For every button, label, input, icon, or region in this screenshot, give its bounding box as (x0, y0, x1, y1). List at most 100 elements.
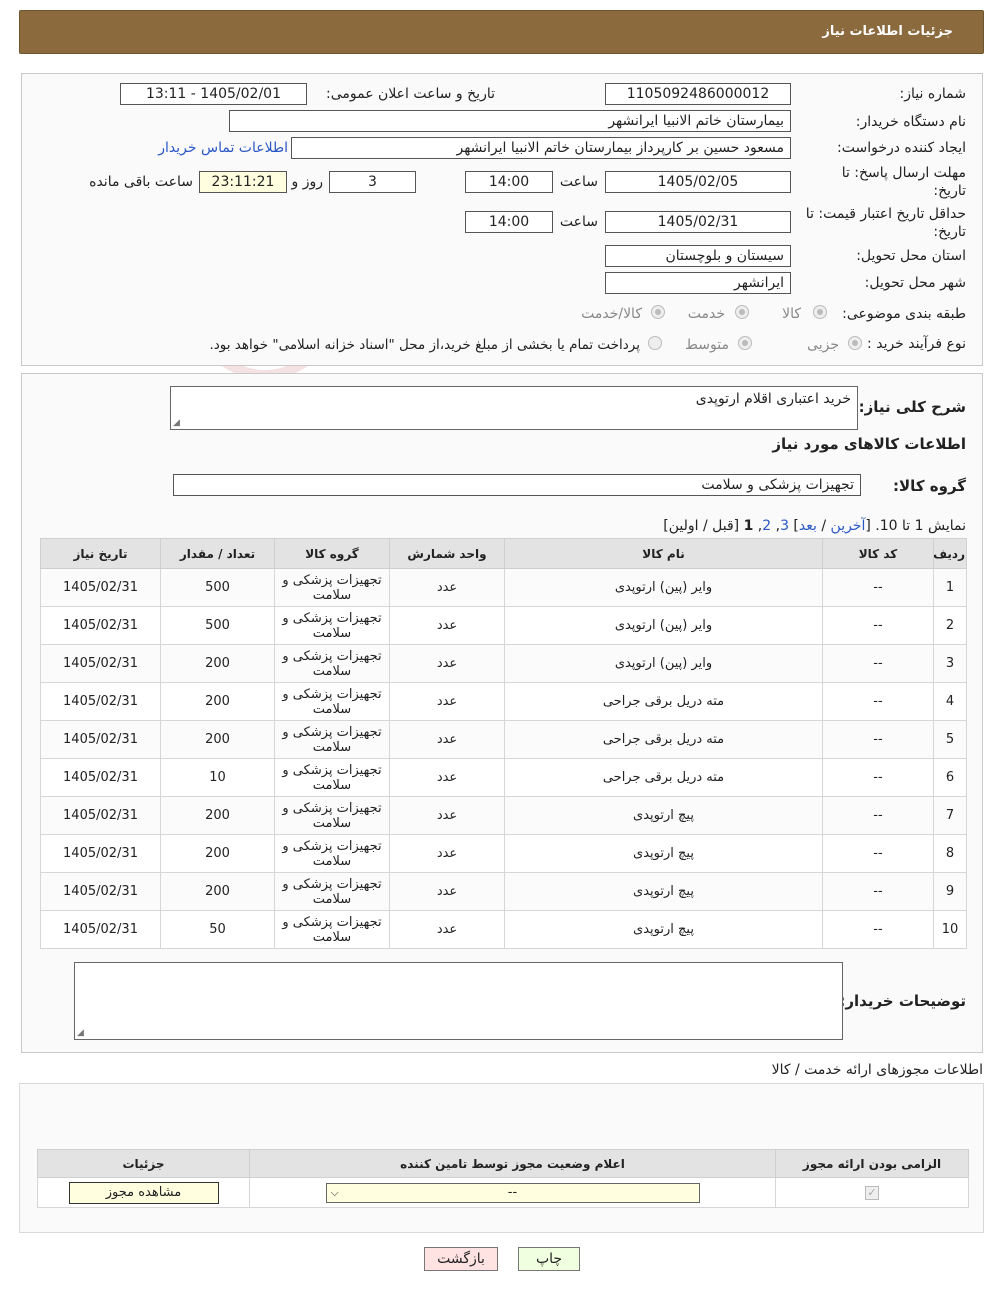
page-title: جزئیات اطلاعات نیاز (822, 24, 953, 39)
creator-field: مسعود حسین بر کارپرداز بیمارستان خاتم ال… (291, 137, 791, 159)
validity-time-label: ساعت (559, 214, 598, 230)
col-item-name: نام کالا (504, 538, 823, 569)
pager-page-2[interactable]: 2 (762, 518, 771, 534)
cell-item-name: وایر (پین) ارتوپدی (504, 606, 823, 645)
cell-need-date: 1405/02/31 (40, 834, 161, 873)
process-radio-partial[interactable] (848, 336, 862, 350)
cell-need-date: 1405/02/31 (40, 910, 161, 949)
category-radio-goods-service[interactable] (651, 305, 665, 319)
cell-permit-details: مشاهده مجوز (37, 1177, 250, 1208)
cell-quantity: 50 (160, 910, 275, 949)
cell-row-number: 2 (933, 606, 967, 645)
col-unit: واحد شمارش (389, 538, 505, 569)
buyer-notes-label: توضیحات خریدار: (839, 992, 966, 1010)
buyer-contact-link[interactable]: اطلاعات تماس خریدار (158, 140, 288, 156)
validity-date-field: 1405/02/31 (605, 211, 791, 233)
cell-unit: عدد (389, 834, 505, 873)
process-radio-medium[interactable] (738, 336, 752, 350)
buyer-notes-textarea[interactable]: ◢ (74, 962, 843, 1040)
cell-item-name: وایر (پین) ارتوپدی (504, 568, 823, 607)
chevron-down-icon: ⌵ (330, 1185, 339, 1199)
cell-group: تجهیزات پزشکی و سلامت (274, 758, 390, 797)
table-row: 6 -- مته دریل برقی جراحی عدد تجهیزات پزشکی و… (40, 758, 967, 797)
province-label: استان محل تحویل: (856, 248, 966, 264)
cell-quantity: 500 (160, 606, 275, 645)
treasury-checkbox[interactable] (648, 336, 662, 350)
cell-row-number: 3 (933, 644, 967, 683)
summary-textarea[interactable]: خرید اعتباری اقلام ارتوپدی ◢ (170, 386, 858, 430)
pager-page-1: 1 (743, 518, 754, 534)
permits-title: اطلاعات مجوزهای ارائه خدمت / کالا (771, 1062, 983, 1078)
cell-row-number: 6 (933, 758, 967, 797)
cell-item-code: -- (822, 568, 934, 607)
col-permit-status: اعلام وضعیت مجوز توسط تامین کننده (249, 1149, 776, 1178)
col-quantity: تعداد / مقدار (160, 538, 275, 569)
permit-status-value: -- (507, 1184, 518, 1200)
view-permit-button[interactable]: مشاهده مجوز (68, 1181, 219, 1204)
pager-sep: / (816, 518, 831, 534)
cell-permit-status: -- ⌵ (249, 1177, 776, 1208)
pager-last-link[interactable]: آخرین (831, 518, 866, 534)
creator-label: ایجاد کننده درخواست: (837, 140, 966, 156)
category-radio-goods[interactable] (813, 305, 827, 319)
cell-unit: عدد (389, 758, 505, 797)
back-button[interactable]: بازگشت (424, 1247, 498, 1271)
permits-table: الزامی بودن ارائه مجوز اعلام وضعیت مجوز … (37, 1149, 969, 1208)
cell-need-date: 1405/02/31 (40, 720, 161, 759)
need-details-panel: شرح کلی نیاز: خرید اعتباری اقلام ارتوپدی… (21, 373, 983, 1053)
table-row: 7 -- پیچ ارتوپدی عدد تجهیزات پزشکی و سلامت 20… (40, 796, 967, 835)
cell-unit: عدد (389, 720, 505, 759)
process-label: نوع فرآیند خرید : (867, 336, 966, 352)
cell-unit: عدد (389, 644, 505, 683)
table-row: 8 -- پیچ ارتوپدی عدد تجهیزات پزشکی و سلامت 20… (40, 834, 967, 873)
process-option-partial: جزیی (807, 337, 839, 353)
col-row-number: ردیف (933, 538, 967, 569)
process-note: پرداخت تمام یا بخشی از مبلغ خرید،از محل … (209, 337, 640, 353)
pagination: نمایش 1 تا 10. [آخرین / بعد] 3, 2, 1 [قب… (663, 518, 966, 534)
print-button[interactable]: چاپ (518, 1247, 580, 1271)
cell-group: تجهیزات پزشکی و سلامت (274, 796, 390, 835)
cell-need-date: 1405/02/31 (40, 682, 161, 721)
cell-item-code: -- (822, 682, 934, 721)
cell-item-name: مته دریل برقی جراحی (504, 720, 823, 759)
days-label: روز و (291, 174, 324, 190)
table-row: 3 -- وایر (پین) ارتوپدی عدد تجهیزات پزشکی و … (40, 644, 967, 683)
cell-quantity: 200 (160, 644, 275, 683)
cell-item-name: وایر (پین) ارتوپدی (504, 644, 823, 683)
cell-item-name: مته دریل برقی جراحی (504, 682, 823, 721)
pager-page-3[interactable]: 3 (780, 518, 789, 534)
cell-unit: عدد (389, 872, 505, 911)
cell-item-name: پیچ ارتوپدی (504, 872, 823, 911)
table-row: 2 -- وایر (پین) ارتوپدی عدد تجهیزات پزشکی و … (40, 606, 967, 645)
deadline-label: مهلت ارسال پاسخ: تا (841, 165, 966, 181)
category-option-goods: کالا (782, 306, 801, 322)
cell-need-date: 1405/02/31 (40, 796, 161, 835)
pager-next-link[interactable]: بعد (799, 518, 817, 534)
deadline-label-date: تاریخ: (933, 183, 966, 199)
cell-need-date: 1405/02/31 (40, 872, 161, 911)
table-row: 10 -- پیچ ارتوپدی عدد تجهیزات پزشکی و سلامت 5… (40, 910, 967, 949)
category-option-goods-service: کالا/خدمت (581, 306, 642, 322)
cell-item-code: -- (822, 872, 934, 911)
cell-quantity: 200 (160, 872, 275, 911)
cell-item-code: -- (822, 796, 934, 835)
announce-field: 1405/02/01 - 13:11 (120, 83, 307, 105)
days-remaining-field: 3 (329, 171, 416, 193)
resize-grip-icon: ◢ (173, 418, 180, 428)
goods-info-title: اطلاعات کالاهای مورد نیاز (772, 435, 966, 453)
permit-status-select[interactable]: -- ⌵ (325, 1182, 700, 1203)
goods-group-field: تجهیزات پزشکی و سلامت (173, 474, 861, 496)
resize-grip-icon: ◢ (77, 1028, 84, 1038)
cell-row-number: 10 (933, 910, 967, 949)
page-header: جزئیات اطلاعات نیاز (19, 10, 984, 54)
cell-row-number: 8 (933, 834, 967, 873)
cell-item-name: پیچ ارتوپدی (504, 910, 823, 949)
province-field: سیستان و بلوچستان (605, 245, 791, 267)
cell-unit: عدد (389, 682, 505, 721)
category-radio-service[interactable] (735, 305, 749, 319)
cell-need-date: 1405/02/31 (40, 758, 161, 797)
table-row: 1 -- وایر (پین) ارتوپدی عدد تجهیزات پزشکی و … (40, 568, 967, 607)
permit-required-checkbox[interactable]: ✓ (865, 1186, 879, 1200)
col-permit-details: جزئیات (37, 1149, 250, 1178)
cell-unit: عدد (389, 606, 505, 645)
